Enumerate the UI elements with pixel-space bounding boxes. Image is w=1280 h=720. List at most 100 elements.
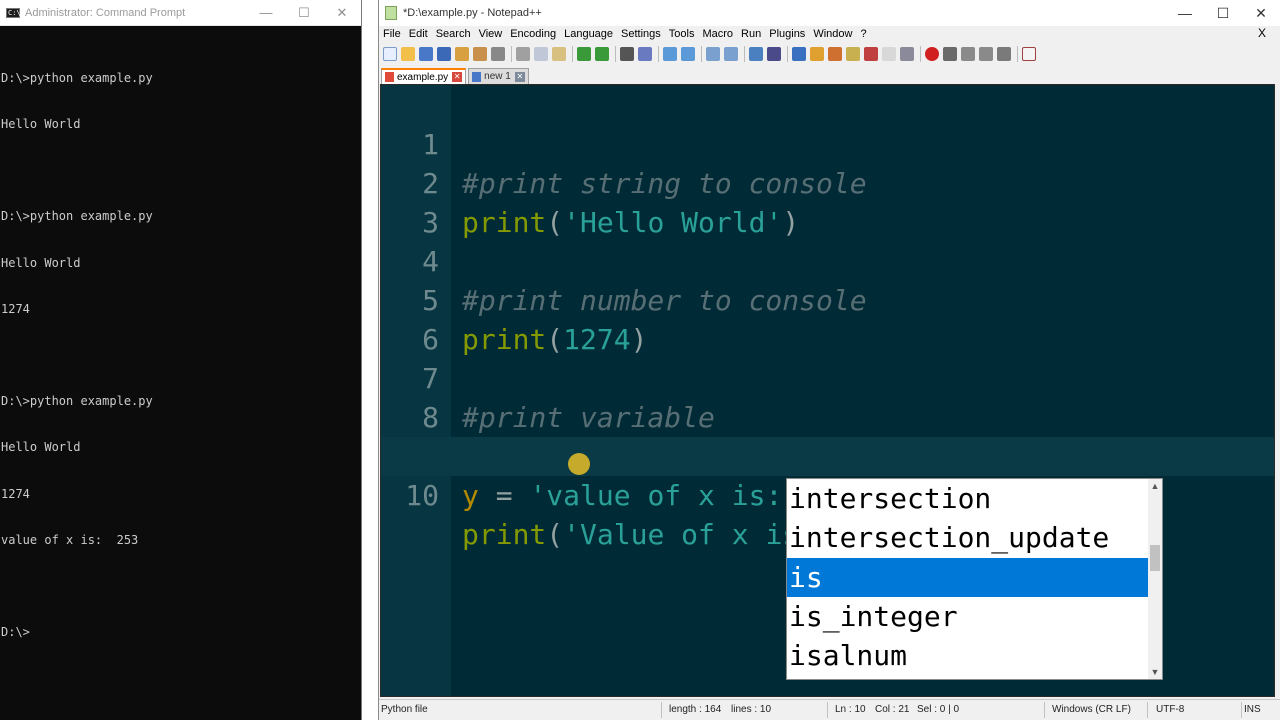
record-macro-icon[interactable]	[925, 47, 939, 61]
stop-macro-icon[interactable]	[943, 47, 957, 61]
npp-maximize-button[interactable]: ☐	[1204, 0, 1242, 26]
status-selection: Sel : 0 | 0	[917, 704, 960, 715]
scroll-thumb[interactable]	[1150, 545, 1160, 571]
save-all-icon[interactable]	[437, 47, 451, 61]
function-list-icon[interactable]	[846, 47, 860, 61]
menu-search[interactable]: Search	[436, 28, 471, 40]
toolbar-separator	[744, 46, 745, 62]
language-icon[interactable]	[810, 47, 824, 61]
view-icon[interactable]	[900, 47, 914, 61]
open-file-icon[interactable]	[401, 47, 415, 61]
toolbar-separator	[701, 46, 702, 62]
autocomplete-item-selected[interactable]: is	[787, 557, 1149, 597]
toolbar-separator	[1017, 46, 1018, 62]
tab-new-1[interactable]: new 1 ✕	[468, 68, 529, 84]
npp-minimize-button[interactable]: —	[1166, 0, 1204, 26]
notepadpp-window[interactable]: *D:\example.py - Notepad++ — ☐ ✕ File Ed…	[378, 0, 1280, 720]
menu-encoding[interactable]: Encoding	[510, 28, 556, 40]
cmd-minimize-button[interactable]: —	[247, 0, 285, 26]
tab-close-icon[interactable]: ✕	[452, 72, 463, 82]
cmd-maximize-button[interactable]: ☐	[285, 0, 323, 26]
menu-macro[interactable]: Macro	[702, 28, 733, 40]
autocomplete-scrollbar[interactable]: ▲ ▼	[1148, 479, 1162, 679]
code-editor[interactable]: 1 #print string to console 2 print('Hell…	[380, 84, 1275, 697]
undo-icon[interactable]	[577, 47, 591, 61]
scroll-down-icon[interactable]: ▼	[1148, 665, 1162, 679]
console-prompt-line: D:\>	[1, 625, 30, 640]
print-icon[interactable]	[491, 47, 505, 61]
indent-guide-icon[interactable]	[792, 47, 806, 61]
tab-close-icon[interactable]: ✕	[514, 71, 525, 82]
show-all-chars-icon[interactable]	[767, 47, 781, 61]
autocomplete-item[interactable]: intersection_update	[787, 518, 1149, 557]
status-bar: Python file length : 164 lines : 10 Ln :…	[379, 699, 1280, 720]
code-string: 'Value of x is	[563, 518, 800, 551]
menu-window[interactable]: Window	[813, 28, 852, 40]
save-macro-icon[interactable]	[997, 47, 1011, 61]
close-document-button[interactable]: X	[1258, 26, 1266, 40]
find-icon[interactable]	[620, 47, 634, 61]
menu-edit[interactable]: Edit	[409, 28, 428, 40]
cmd-close-button[interactable]: ✕	[323, 0, 361, 26]
scroll-up-icon[interactable]: ▲	[1148, 479, 1162, 493]
code-line: 7 #print variable	[381, 320, 1274, 434]
status-separator	[1241, 702, 1242, 718]
console-line: Hello World	[1, 255, 81, 270]
status-separator	[1044, 702, 1045, 718]
toolbar-separator	[787, 46, 788, 62]
command-prompt-window[interactable]: C:\ Administrator: Command Prompt — ☐ ✕ …	[0, 0, 362, 720]
autocomplete-item[interactable]: is_integer	[787, 597, 1149, 636]
toolbar	[379, 42, 1280, 66]
console-line: value of x is: 253	[1, 532, 139, 547]
toolbar-separator	[572, 46, 573, 62]
console-line: Hello World	[1, 117, 81, 132]
sync-vertical-icon[interactable]	[706, 47, 720, 61]
menu-help[interactable]: ?	[860, 28, 866, 40]
cmd-titlebar[interactable]: C:\ Administrator: Command Prompt — ☐ ✕	[0, 0, 361, 26]
autocomplete-item[interactable]: intersection	[787, 479, 1149, 518]
console-line: Hello World	[1, 440, 81, 455]
menu-plugins[interactable]: Plugins	[769, 28, 805, 40]
redo-icon[interactable]	[595, 47, 609, 61]
menu-language[interactable]: Language	[564, 28, 613, 40]
autocomplete-item[interactable]: isalnum	[787, 636, 1149, 675]
menu-file[interactable]: File	[383, 28, 401, 40]
sync-horizontal-icon[interactable]	[724, 47, 738, 61]
npp-close-button[interactable]: ✕	[1242, 0, 1280, 26]
zoom-out-icon[interactable]	[681, 47, 695, 61]
copy-icon[interactable]	[534, 47, 548, 61]
play-macro-icon[interactable]	[961, 47, 975, 61]
menu-run[interactable]: Run	[741, 28, 761, 40]
cut-icon[interactable]	[516, 47, 530, 61]
replace-icon[interactable]	[638, 47, 652, 61]
status-eol: Windows (CR LF)	[1052, 704, 1131, 715]
menu-tools[interactable]: Tools	[669, 28, 695, 40]
monitoring-icon[interactable]	[882, 47, 896, 61]
status-separator	[661, 702, 662, 718]
menu-settings[interactable]: Settings	[621, 28, 661, 40]
autocomplete-popup[interactable]: intersection intersection_update is is_i…	[786, 478, 1163, 680]
autocomplete-list[interactable]: intersection intersection_update is is_i…	[787, 479, 1149, 679]
zoom-in-icon[interactable]	[663, 47, 677, 61]
close-all-icon[interactable]	[473, 47, 487, 61]
status-column: Col : 21	[875, 704, 910, 715]
doc-map-icon[interactable]	[828, 47, 842, 61]
menu-view[interactable]: View	[479, 28, 503, 40]
cmd-console-output[interactable]: D:\>python example.py Hello World D:\>py…	[1, 40, 361, 671]
npp-titlebar[interactable]: *D:\example.py - Notepad++ — ☐ ✕	[379, 0, 1280, 26]
tab-example-py[interactable]: example.py ✕	[381, 68, 467, 84]
paste-icon[interactable]	[552, 47, 566, 61]
spell-check-icon[interactable]	[1022, 47, 1036, 61]
console-line: D:\>python example.py	[1, 70, 153, 85]
status-lines: lines : 10	[731, 704, 772, 715]
new-file-icon[interactable]	[383, 47, 397, 61]
word-wrap-icon[interactable]	[749, 47, 763, 61]
close-icon[interactable]	[455, 47, 469, 61]
run-macro-multiple-icon[interactable]	[979, 47, 993, 61]
save-icon[interactable]	[419, 47, 433, 61]
menu-bar: File Edit Search View Encoding Language …	[379, 26, 1280, 42]
folder-workspace-icon[interactable]	[864, 47, 878, 61]
